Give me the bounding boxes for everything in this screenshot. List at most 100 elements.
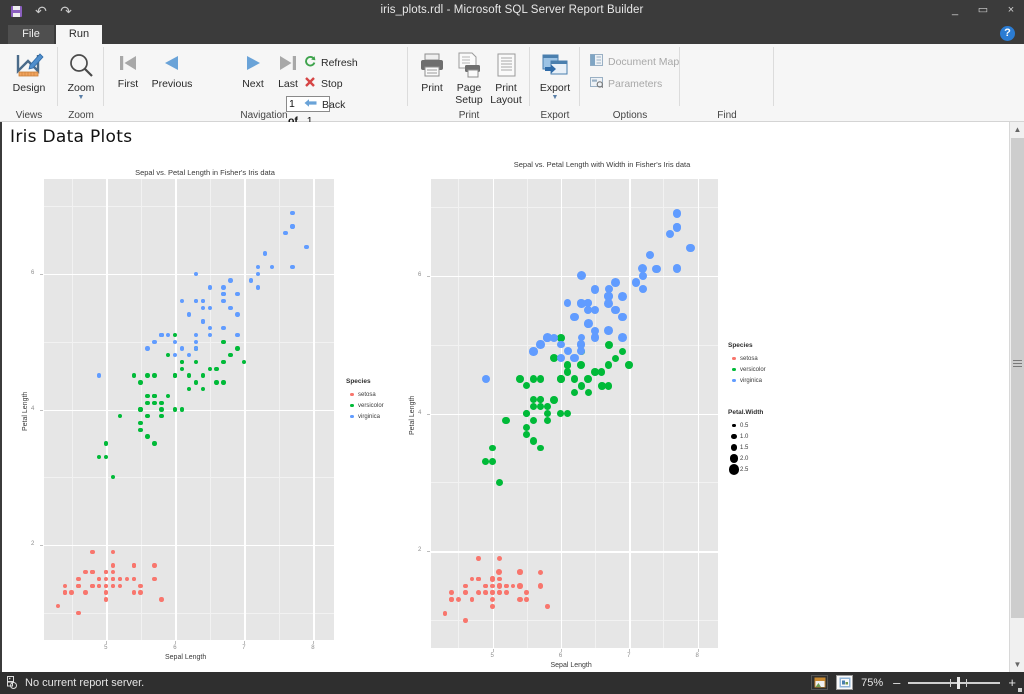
title-bar: ↶ ↷ iris_plots.rdl - Microsoft SQL Serve… (0, 0, 1024, 22)
data-point (476, 555, 482, 561)
print-layout-label-2: Layout (490, 94, 522, 106)
legend-label: setosa (740, 355, 758, 362)
design-button[interactable]: Design (4, 48, 54, 94)
minimize-button[interactable]: _ (948, 4, 962, 16)
data-point (62, 583, 67, 588)
data-point (617, 291, 627, 301)
data-point (152, 576, 157, 582)
data-point (131, 373, 136, 378)
zoom-button[interactable]: Zoom ▼ (56, 48, 106, 102)
gridline-vertical-major (629, 179, 631, 648)
status-message: No current report server. (25, 676, 145, 689)
data-point (442, 611, 447, 616)
window-resize-grip[interactable] (1011, 681, 1023, 693)
legend-label: 2.0 (740, 455, 749, 462)
gridline-horizontal-major (44, 409, 334, 411)
data-point (577, 340, 586, 349)
export-button[interactable]: Export ▼ (530, 48, 580, 102)
chevron-down-icon[interactable]: ▼ (530, 94, 580, 102)
zoom-slider-knob[interactable] (957, 676, 961, 689)
close-button[interactable]: × (1004, 4, 1018, 16)
y-axis-title: Petal Length (409, 395, 416, 435)
ribbon-group-navigation-label: Navigation (240, 110, 288, 121)
tab-run[interactable]: Run (56, 25, 102, 44)
data-point (90, 549, 95, 555)
ribbon-group-export: Export ▼ Export (530, 44, 580, 122)
data-point (462, 590, 468, 596)
data-point (138, 427, 143, 433)
gridline-horizontal-minor (44, 612, 334, 614)
vertical-scrollbar[interactable]: ▲ ▼ (1009, 122, 1024, 672)
data-point (69, 590, 74, 595)
data-point (530, 416, 537, 424)
data-point (172, 407, 178, 412)
data-point (152, 373, 157, 378)
data-point (145, 434, 150, 439)
tab-file[interactable]: File (8, 25, 54, 44)
page-setup-icon (449, 48, 489, 82)
document-map-button[interactable]: Document Map (590, 52, 679, 71)
legend-item: 2.0 (728, 453, 763, 464)
zoom-out-button[interactable]: – (893, 676, 900, 689)
help-icon[interactable]: ? (1000, 26, 1015, 41)
scroll-down-icon[interactable]: ▼ (1010, 657, 1024, 672)
document-map-label: Document Map (608, 55, 680, 68)
scrollbar-thumb[interactable] (1011, 138, 1024, 618)
document-map-icon (590, 54, 603, 69)
data-point (543, 409, 551, 418)
page-setup-button[interactable]: Page Setup (449, 48, 489, 106)
scroll-up-icon[interactable]: ▲ (1010, 122, 1024, 137)
x-tick-mark (560, 649, 562, 652)
print-button[interactable]: Print (412, 48, 452, 94)
gridline-horizontal-minor (431, 482, 718, 484)
legend-label: virginica (740, 377, 763, 384)
chevron-down-icon[interactable]: ▼ (56, 94, 106, 102)
data-point (543, 416, 551, 424)
data-point (138, 583, 143, 588)
legend-key-icon (728, 378, 740, 383)
print-layout-button[interactable]: Print Layout (486, 48, 526, 106)
data-point (221, 285, 226, 290)
gridline-vertical-major (313, 179, 315, 640)
legend-key-icon (346, 403, 358, 408)
refresh-button[interactable]: Refresh (304, 53, 358, 72)
chart-sepal-vs-petal-length-with-width[interactable]: Sepal vs. Petal Length with Width in Fis… (402, 160, 802, 669)
data-point (483, 590, 488, 595)
data-point (159, 407, 164, 412)
scrollbar-grip-icon (1013, 360, 1022, 367)
data-point (235, 312, 240, 317)
plot-panel (431, 179, 718, 648)
restore-button[interactable]: ▭ (976, 3, 990, 16)
data-point (638, 285, 647, 294)
data-point (152, 441, 157, 446)
data-point (523, 430, 531, 438)
legend-key-icon (728, 444, 740, 451)
legend-item: versicolor (728, 364, 766, 375)
page-view-toggle[interactable] (836, 675, 854, 690)
data-point (604, 382, 613, 390)
zoom-slider[interactable] (908, 676, 1001, 689)
data-point (131, 576, 136, 582)
y-tick-mark (427, 413, 430, 415)
gridline-horizontal-minor (44, 341, 334, 343)
stop-button[interactable]: Stop (304, 74, 343, 93)
data-point (193, 346, 199, 351)
previous-page-button[interactable]: Previous (144, 48, 200, 90)
parameters-button[interactable]: Parameters (590, 74, 662, 93)
data-point (138, 380, 143, 385)
ribbon-group-options: Document Map Parameters Options (580, 44, 680, 122)
refresh-label: Refresh (321, 56, 358, 69)
ribbon-tab-strip: File Run ? (0, 22, 1024, 44)
print-layout-toggle[interactable] (811, 675, 829, 690)
data-point (145, 346, 150, 351)
legend-item: virginica (728, 375, 766, 386)
report-canvas[interactable]: Iris Data Plots Sepal vs. Petal Length i… (0, 122, 1024, 672)
data-point (638, 271, 647, 280)
x-tick-mark (175, 641, 177, 644)
y-tick-label: 2 (31, 541, 35, 548)
data-point (159, 332, 164, 338)
legend-item: setosa (346, 389, 384, 400)
close-x-icon (304, 76, 316, 91)
chart-sepal-vs-petal-length[interactable]: Sepal vs. Petal Length in Fisher's Iris … (10, 168, 400, 668)
gridline-horizontal-minor (431, 206, 718, 208)
